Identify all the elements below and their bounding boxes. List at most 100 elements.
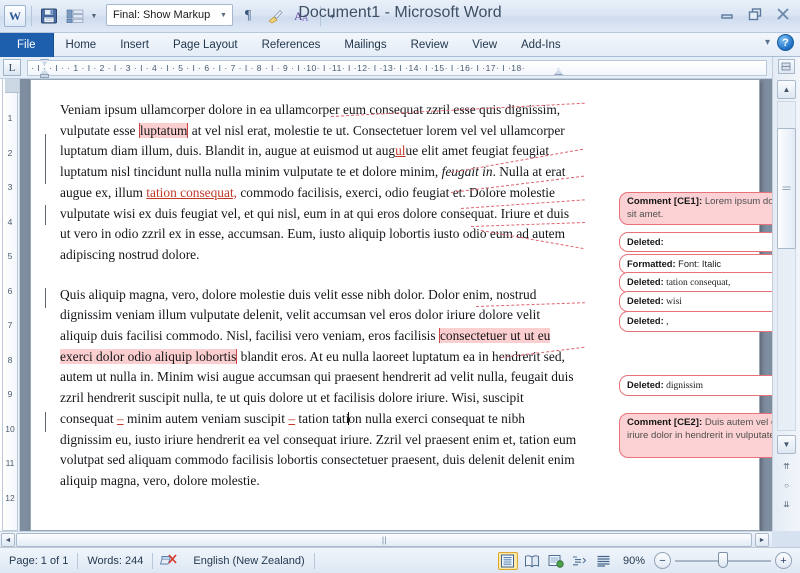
horizontal-scroll-thumb[interactable]	[16, 533, 752, 547]
word-window: W ▼ Final: Show Markup ▼ ¶ A A ▾ Documen…	[0, 0, 800, 573]
balloon-text: wisi	[663, 297, 682, 307]
scroll-left-button[interactable]: ◄	[1, 533, 15, 547]
balloon-label: Deleted:	[627, 316, 664, 326]
vertical-scroll-thumb[interactable]	[777, 128, 796, 249]
balloon-label: Deleted:	[627, 296, 664, 306]
left-indent-marker[interactable]	[40, 74, 49, 78]
revision-balloon[interactable]: Deleted: dignissim	[619, 375, 772, 397]
markup-balloons: Comment [CE1]: Lorem ipsum dolor sit ame…	[591, 80, 772, 531]
balloon-text: Font: Italic	[675, 259, 722, 269]
revision-balloon[interactable]: Deleted: ,	[619, 311, 772, 333]
print-layout-icon	[501, 554, 515, 567]
inserted-text[interactable]: –	[117, 411, 124, 426]
change-bar	[45, 288, 46, 308]
vruler-tick: 10	[5, 423, 15, 434]
zoom-out-button[interactable]: −	[654, 552, 671, 569]
word-count[interactable]: Words: 244	[78, 551, 152, 571]
tab-file[interactable]: File	[0, 33, 54, 57]
comment-balloon[interactable]: Comment [CE1]: Lorem ipsum dolor sit ame…	[619, 192, 772, 226]
document-page[interactable]: Veniam ipsum ullamcorper dolore in ea ul…	[30, 79, 772, 531]
web-layout-icon	[548, 554, 564, 568]
window-controls	[716, 5, 794, 23]
zoom-slider[interactable]	[675, 552, 771, 569]
tab-references[interactable]: References	[250, 33, 333, 57]
tab-add-ins[interactable]: Add-Ins	[509, 33, 573, 57]
vruler-tick: 4	[7, 216, 13, 227]
comment-anchor-highlight[interactable]: luptatum	[138, 122, 189, 138]
scroll-down-arrow-icon: ▼	[782, 440, 791, 449]
comment-balloon[interactable]: Comment [CE2]: Duis autem vel eum iriure…	[619, 413, 772, 458]
comment-anchor-highlight[interactable]: consectetuer ut ut eu exerci dolor odio …	[60, 328, 551, 364]
view-full-screen-reading-button[interactable]	[522, 552, 542, 570]
vertical-ruler-ticks: 1 2 3 4 5 6 7 8 9 10 11 12	[2, 79, 19, 531]
change-bar	[45, 412, 46, 432]
revision-balloon[interactable]: Deleted:	[619, 232, 772, 253]
tab-insert[interactable]: Insert	[108, 33, 161, 57]
browse-object-icon: ○	[784, 481, 789, 490]
tab-mailings[interactable]: Mailings	[332, 33, 398, 57]
help-button[interactable]: ?	[777, 34, 794, 51]
tab-view[interactable]: View	[460, 33, 509, 57]
minimize-icon[interactable]	[716, 5, 738, 23]
vruler-tick: 2	[7, 147, 13, 158]
balloon-label: Deleted:	[627, 380, 664, 390]
revision-balloon[interactable]: Deleted: wisi	[619, 291, 772, 313]
inserted-text[interactable]: tation consequat,	[146, 185, 237, 200]
close-icon[interactable]	[772, 5, 794, 23]
next-page-button[interactable]: ⇊	[779, 497, 794, 512]
balloon-text: dignissim	[663, 381, 704, 391]
vruler-tick: 3	[7, 182, 13, 192]
previous-page-button[interactable]: ⇈	[779, 459, 794, 474]
inserted-text[interactable]: ul	[395, 143, 405, 158]
horizontal-ruler-ticks: · I · · I · · 1 · I · 2 · I · 3 · I · 4 …	[27, 60, 767, 76]
title-bar: W ▼ Final: Show Markup ▼ ¶ A A ▾ Documen…	[0, 0, 800, 33]
restore-icon[interactable]	[744, 5, 766, 23]
document-canvas[interactable]: Veniam ipsum ullamcorper dolore in ea ul…	[20, 79, 772, 531]
proofing-status-button[interactable]	[153, 551, 184, 571]
scroll-up-arrow-icon: ▲	[782, 85, 791, 94]
balloon-label: Deleted:	[627, 277, 664, 287]
language-indicator[interactable]: English (New Zealand)	[184, 551, 313, 571]
change-bar	[45, 205, 46, 225]
split-handle[interactable]	[778, 59, 795, 74]
tab-stop-selector[interactable]: L	[3, 59, 21, 76]
horizontal-scrollbar[interactable]: ◄ ►	[0, 531, 772, 547]
paragraph-2[interactable]: Quis aliquip magna, vero, dolore molesti…	[60, 285, 580, 492]
vruler-tick: 12	[5, 492, 15, 503]
spelling-errors-icon	[160, 553, 178, 564]
zoom-slider-handle[interactable]	[718, 552, 728, 568]
page-indicator[interactable]: Page: 1 of 1	[0, 551, 77, 571]
balloon-label: Formatted:	[627, 259, 676, 269]
scroll-left-arrow-icon: ◄	[4, 536, 12, 544]
top-margin-zone	[5, 79, 19, 93]
vertical-ruler[interactable]: 1 2 3 4 5 6 7 8 9 10 11 12	[0, 79, 20, 531]
view-web-layout-button[interactable]	[546, 552, 566, 570]
ribbon-right-controls: ▾ ?	[765, 34, 794, 51]
view-print-layout-button[interactable]	[497, 551, 518, 570]
vruler-tick: 7	[7, 320, 13, 330]
tab-page-layout[interactable]: Page Layout	[161, 33, 250, 57]
vruler-tick: 5	[7, 251, 13, 261]
view-draft-button[interactable]	[594, 552, 614, 570]
scroll-down-button[interactable]: ▼	[777, 435, 796, 454]
status-bar: Page: 1 of 1 Words: 244 English (New Zea…	[0, 547, 800, 573]
zoom-level[interactable]: 90%	[618, 555, 650, 567]
change-bar	[45, 134, 46, 184]
inserted-text[interactable]: –	[288, 411, 295, 426]
horizontal-ruler[interactable]: L · I · · I · · 1 · I · 2 · I · 3 · I · …	[0, 57, 800, 79]
chevron-down-icon[interactable]: ▾	[765, 37, 770, 48]
select-browse-object-button[interactable]: ○	[779, 478, 794, 493]
vertical-scrollbar[interactable]: ▲ ▼ ⇈ ○ ⇊	[772, 57, 800, 531]
divider	[313, 552, 315, 569]
view-outline-button[interactable]	[570, 552, 590, 570]
zoom-in-button[interactable]: +	[775, 552, 792, 569]
reading-view-icon	[525, 554, 539, 567]
balloon-label: Deleted:	[627, 237, 664, 247]
scroll-up-button[interactable]: ▲	[777, 80, 796, 99]
scroll-right-button[interactable]: ►	[755, 533, 769, 547]
tab-review[interactable]: Review	[399, 33, 461, 57]
balloon-text: tation consequat,	[663, 278, 731, 288]
tab-home[interactable]: Home	[54, 33, 109, 57]
paragraph-1[interactable]: Veniam ipsum ullamcorper dolore in ea ul…	[60, 100, 580, 266]
ribbon-tab-bar: File Home Insert Page Layout References …	[0, 33, 800, 57]
